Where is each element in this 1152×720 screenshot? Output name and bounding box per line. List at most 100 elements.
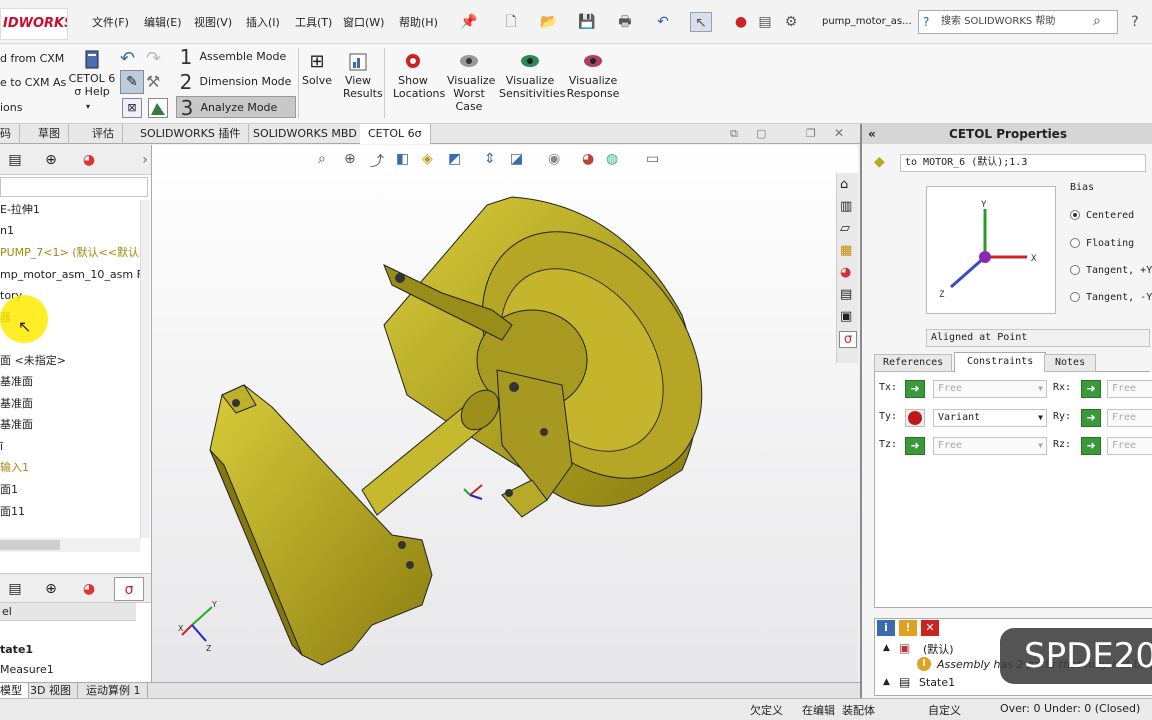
visualize-worst-case-button[interactable]: Visualize Worst Case xyxy=(442,52,496,113)
analyze-mode-button[interactable]: 3 Analyze Mode xyxy=(176,96,296,119)
tree-horizontal-scrollbar[interactable] xyxy=(0,538,140,552)
grid-icon[interactable]: ⊠ xyxy=(122,98,142,118)
file-explorer-icon[interactable]: ▱ xyxy=(840,221,850,236)
tz-arrow-icon[interactable]: ➜ xyxy=(905,437,925,455)
tab-constraints[interactable]: Constraints xyxy=(954,352,1047,372)
tree-item[interactable]: PUMP_7<1> (默认<<默认) xyxy=(0,243,143,263)
menu-tools[interactable]: 工具(T) xyxy=(295,14,332,30)
status-units[interactable]: 自定义 xyxy=(928,702,961,718)
tree-item[interactable]: n1 xyxy=(0,221,14,241)
tab-motion-study[interactable]: 运动算例 1 xyxy=(80,683,148,698)
tree-vertical-scrollbar[interactable] xyxy=(140,200,150,538)
rx-arrow-icon[interactable]: ➜ xyxy=(1081,380,1101,398)
file-properties-icon[interactable]: ▤ xyxy=(754,12,776,32)
cetol-sigma-icon[interactable]: σ xyxy=(114,577,144,601)
select-icon[interactable]: ↖ xyxy=(690,12,712,32)
alignment-select[interactable]: Aligned at Point xyxy=(926,329,1150,347)
ty-stop-icon[interactable] xyxy=(905,409,925,427)
chart-icon[interactable] xyxy=(148,98,168,118)
solidworks-logo[interactable]: IDWORKS xyxy=(0,8,68,40)
undo-icon[interactable]: ↶ xyxy=(652,12,674,32)
radio-floating[interactable] xyxy=(1070,238,1080,248)
rz-select[interactable]: Free xyxy=(1107,437,1152,455)
radio-centered[interactable] xyxy=(1070,210,1080,220)
radio-tangent-minus-y[interactable] xyxy=(1070,292,1080,302)
tree-item[interactable]: mp_motor_asm_10_asm F xyxy=(0,265,143,285)
tab-evaluate[interactable]: 评估 xyxy=(84,124,123,144)
tree-item[interactable]: 基准面 xyxy=(0,394,33,414)
tab-features[interactable]: 码 xyxy=(0,124,20,144)
pen-icon[interactable]: ✎ xyxy=(120,70,144,94)
bias-option-centered[interactable]: Centered xyxy=(1070,210,1134,221)
message-state[interactable]: State1 xyxy=(919,676,955,689)
menu-file[interactable]: 文件(F) xyxy=(92,14,129,30)
save-icon[interactable]: 💾 xyxy=(576,12,598,32)
view-results-button[interactable]: View Results xyxy=(336,52,383,100)
appearances-icon[interactable]: ◕ xyxy=(840,265,851,280)
custom-properties-icon[interactable]: ▤ xyxy=(840,287,852,302)
hammer-icon[interactable]: ⚒ xyxy=(146,72,160,91)
bias-option-floating[interactable]: Floating xyxy=(1070,238,1134,249)
display-manager-icon[interactable]: ◕ xyxy=(74,577,104,601)
info-icon[interactable]: i xyxy=(877,620,895,636)
home-icon[interactable]: ⌂ xyxy=(840,177,848,192)
scroll-thumb[interactable] xyxy=(0,540,60,550)
bias-option-tangent-minus-y[interactable]: Tangent, -Y xyxy=(1070,292,1152,303)
ty-select[interactable]: Variant ▼ xyxy=(933,409,1047,427)
dimension-mode-button[interactable]: 2 Dimension Mode xyxy=(176,71,296,93)
tx-arrow-icon[interactable]: ➜ xyxy=(905,380,925,398)
config-manager-icon[interactable]: ⊕ xyxy=(36,577,66,601)
tree-item[interactable]: 基准面 xyxy=(0,372,33,392)
options-dropdown-icon[interactable]: ▾ xyxy=(86,102,90,111)
state-item[interactable]: tate1 xyxy=(0,643,33,656)
pin-icon[interactable]: 📌 xyxy=(458,12,480,32)
tile-icon[interactable]: ▢ xyxy=(756,127,766,140)
rz-arrow-icon[interactable]: ➜ xyxy=(1081,437,1101,455)
cetol-pane-icon[interactable]: σ xyxy=(839,331,857,348)
tab-cetol[interactable]: CETOL 6σ xyxy=(360,124,431,144)
tree-item[interactable]: 面1 xyxy=(0,480,18,500)
visualize-sensitivities-button[interactable]: Visualize Sensitivities xyxy=(498,52,565,100)
tz-select[interactable]: Free ▼ xyxy=(933,437,1047,455)
tab-sketch[interactable]: 草图 xyxy=(30,124,69,144)
filter-input[interactable] xyxy=(0,177,148,197)
message-root[interactable]: (默认) xyxy=(923,641,954,657)
save-to-cxm-button[interactable]: e to CXM As xyxy=(0,76,66,89)
view-palette-icon[interactable]: ▦ xyxy=(840,243,852,258)
help-search-input[interactable]: ? 搜索 SOLIDWORKS 帮助 ⌕ xyxy=(918,10,1118,34)
undo-icon[interactable]: ↶ xyxy=(120,48,135,69)
redo-icon[interactable]: ↷ xyxy=(146,48,161,69)
new-icon[interactable]: 🗋 xyxy=(500,12,522,32)
print-icon[interactable]: 🖶 xyxy=(614,12,636,32)
rx-select[interactable]: Free xyxy=(1107,380,1152,398)
ry-select[interactable]: Free xyxy=(1107,409,1152,427)
expand-icon[interactable]: ▲ xyxy=(883,643,890,653)
menu-insert[interactable]: 插入(I) xyxy=(246,14,280,30)
show-locations-button[interactable]: Show Locations xyxy=(388,52,445,100)
open-icon[interactable]: 📂 xyxy=(538,12,560,32)
search-icon[interactable]: ⌕ xyxy=(1093,11,1101,32)
solve-button[interactable]: ⊞ Solve xyxy=(300,52,334,88)
restore-icon[interactable]: ⧉ xyxy=(730,127,738,141)
bias-option-tangent-plus-y[interactable]: Tangent, +Y xyxy=(1070,265,1152,276)
chevron-right-icon[interactable]: › xyxy=(130,148,151,172)
graphics-area[interactable]: ⌕ ⊕ ⤴ ◧ ◈ ◩ ⇕ ◪ ◉ ◕ ◍ ▭ Y X Z ⌂ ▥ ▱ ▦ ◕ … xyxy=(152,145,858,682)
constraint-name-field[interactable]: to MOTOR_6 (默认);1.3 xyxy=(900,154,1146,172)
tab-3d-view[interactable]: 3D 视图 xyxy=(24,683,78,698)
gear-icon[interactable]: ⚙ xyxy=(780,12,802,32)
error-filter-icon[interactable]: ✕ xyxy=(921,620,939,636)
tree-item[interactable]: 面11 xyxy=(0,502,25,522)
help-question-icon[interactable]: ? xyxy=(1124,12,1146,32)
maximize-icon[interactable]: ❐ xyxy=(806,127,816,140)
assemble-mode-button[interactable]: 1 Assemble Mode xyxy=(176,46,296,68)
forum-icon[interactable]: ▣ xyxy=(840,309,852,324)
rebuild-icon[interactable]: ● xyxy=(730,12,752,32)
config-manager-icon[interactable]: ⊕ xyxy=(36,148,66,172)
warning-filter-icon[interactable]: ! xyxy=(899,620,917,636)
options-button[interactable]: ions xyxy=(0,101,23,114)
measure-item[interactable]: Measure1 xyxy=(0,663,54,676)
design-library-icon[interactable]: ▥ xyxy=(840,199,852,214)
menu-edit[interactable]: 编辑(E) xyxy=(144,14,182,30)
tree-item[interactable]: 输入1 xyxy=(0,458,29,478)
tree-item[interactable]: 基准面 xyxy=(0,415,33,435)
